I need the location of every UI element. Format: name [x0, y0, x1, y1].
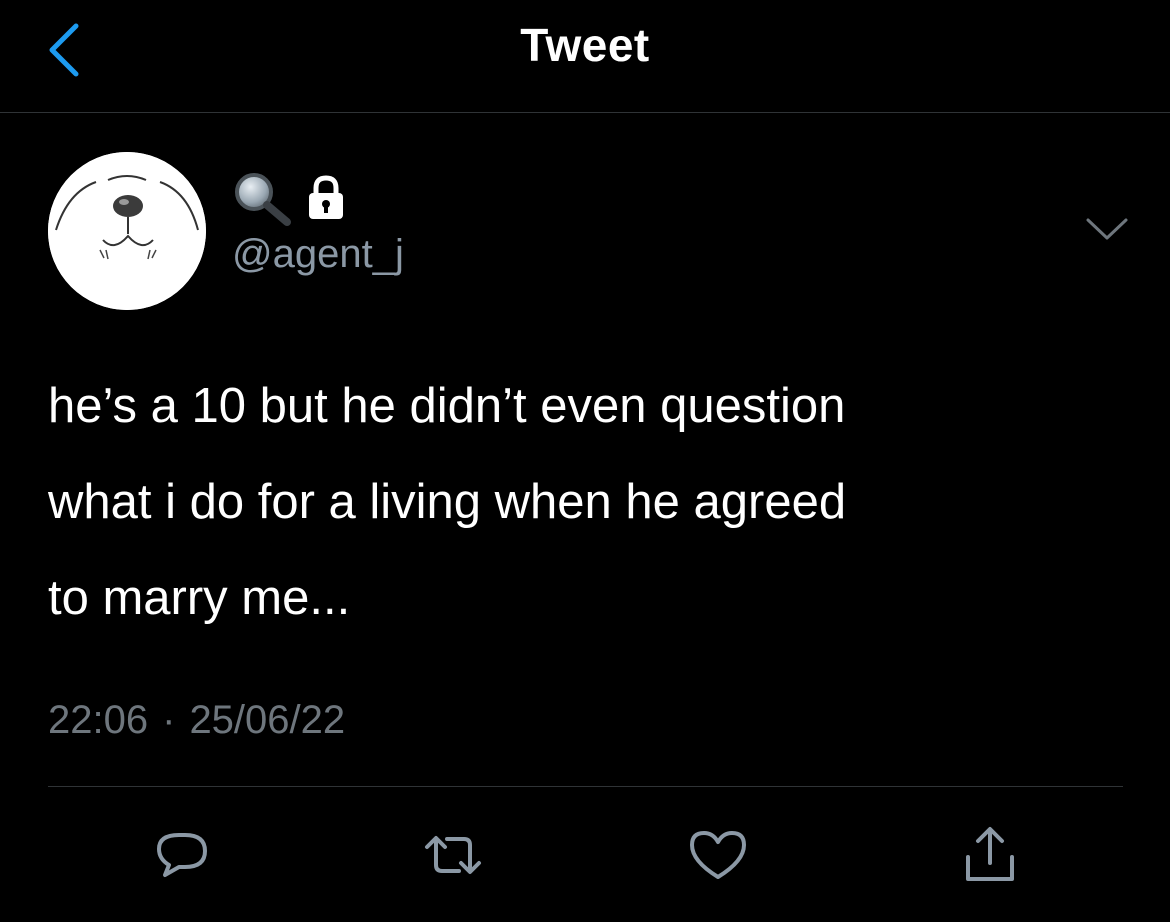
tweet-text: he’s a 10 but he didn’t even question wh… [48, 358, 1128, 646]
magnifying-glass-icon [235, 173, 291, 226]
tweet-time: 22:06 [48, 698, 149, 742]
retweet-icon [425, 836, 481, 874]
tweet-date: 25/06/22 [189, 698, 346, 742]
tweet-text-line: what i do for a living when he agreed [48, 475, 847, 529]
tweet-timestamp: 22:06 · 25/06/22 [48, 698, 345, 743]
retweet-button[interactable] [418, 820, 488, 890]
reply-icon [157, 833, 207, 877]
display-name[interactable] [232, 170, 346, 226]
divider [48, 786, 1123, 787]
heart-icon [690, 831, 746, 879]
avatar[interactable] [48, 152, 206, 310]
more-options-button[interactable] [1084, 214, 1130, 244]
chevron-down-icon [1086, 218, 1128, 240]
tweet-text-line: to marry me... [48, 571, 351, 625]
share-icon [966, 827, 1014, 881]
meta-separator: · [162, 698, 176, 742]
top-nav-bar: Tweet [0, 0, 1170, 113]
reply-button[interactable] [146, 820, 216, 890]
tweet-detail-screen: Tweet @agent_j he’s a 10 but he didn’t e… [0, 0, 1170, 922]
action-bar [0, 820, 1170, 890]
polar-bear-avatar-image [48, 152, 206, 310]
lock-icon [309, 175, 343, 219]
share-button[interactable] [955, 820, 1025, 890]
page-title: Tweet [520, 19, 650, 71]
like-button[interactable] [683, 820, 753, 890]
tweet-text-line: he’s a 10 but he didn’t even question [48, 379, 846, 433]
user-handle[interactable]: @agent_j [232, 232, 404, 277]
